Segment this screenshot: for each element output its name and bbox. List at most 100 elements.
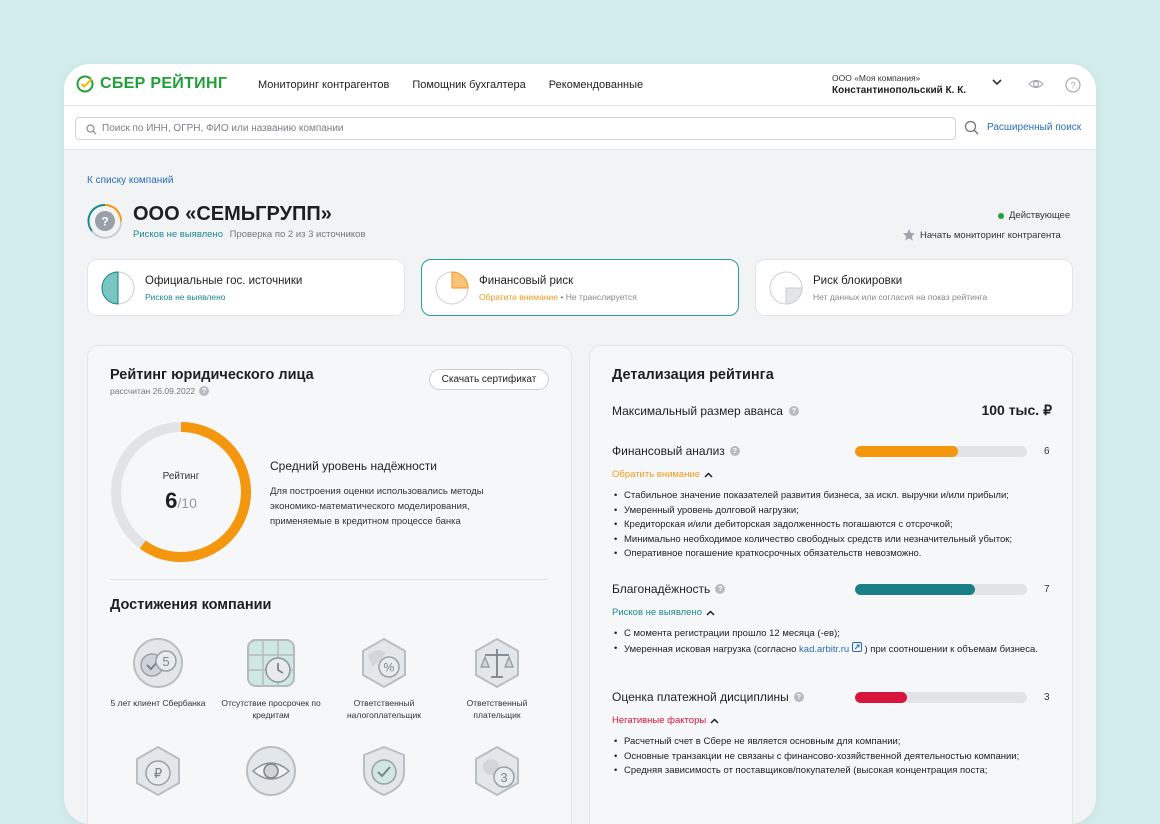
- source-title: Официальные гос. источники: [145, 275, 303, 287]
- advance-row: Максимальный размер аванса? 100 тыс. ₽: [612, 402, 1052, 419]
- factor-item: Стабильное значение показателей развития…: [612, 489, 1052, 504]
- info-icon[interactable]: ?: [199, 386, 210, 396]
- nav-item-accountant[interactable]: Помощник бухгалтера: [412, 79, 525, 91]
- chevron-up-icon: [704, 471, 713, 478]
- company-status-label: Действующее: [1009, 210, 1071, 221]
- rating-max: /10: [177, 495, 197, 511]
- section-label-wrap: Оценка платежной дисциплины?: [612, 690, 855, 704]
- section-status-toggle[interactable]: Рисков не выявлено: [612, 607, 1052, 618]
- breadcrumb[interactable]: К списку компаний: [87, 175, 173, 186]
- source-status-text: Нет данных или согласия на показ рейтинг…: [813, 292, 988, 302]
- score-value: 3: [1044, 691, 1050, 703]
- source-status-text: Обратите внимание: [479, 292, 558, 302]
- achievement-label: Ответственный налогоплательщик: [346, 698, 422, 720]
- search-input[interactable]: Поиск по ИНН, ОГРН, ФИО или названию ком…: [75, 117, 956, 140]
- rating-label: Рейтинг: [162, 471, 200, 482]
- app-window: СБЕР РЕЙТИНГ Мониторинг контрагентов Пом…: [64, 64, 1096, 824]
- five-years-icon: 5: [133, 638, 183, 688]
- external-link-icon[interactable]: [851, 641, 862, 652]
- factor-text-tail: ) при соотношении к объемам бизнеса.: [864, 643, 1038, 655]
- section-status-toggle[interactable]: Обратить внимание: [612, 469, 1052, 480]
- score-bar-fill: [855, 691, 907, 703]
- company-title: ООО «СЕМЬГРУПП»: [133, 203, 332, 225]
- score-value: 7: [1044, 583, 1050, 595]
- factor-text: Умеренная исковая нагрузка (согласно: [624, 643, 797, 655]
- status-dot-icon: [998, 212, 1004, 219]
- section-financial-analysis: Финансовый анализ? 6 Обратить внимание С…: [612, 444, 1052, 562]
- source-card-official[interactable]: Официальные гос. источники Рисков не выя…: [87, 259, 405, 316]
- achievement-item[interactable]: % Ответственный налогоплательщик: [334, 637, 434, 721]
- calendar-clock-icon: [247, 639, 295, 687]
- source-status-text: Рисков не выявлено: [145, 292, 226, 302]
- rating-value: 6/10: [146, 488, 216, 514]
- svg-text:?: ?: [101, 215, 108, 229]
- advance-value: 100 тыс. ₽: [981, 402, 1052, 418]
- brand-logo[interactable]: СБЕР РЕЙТИНГ: [76, 75, 227, 93]
- info-icon[interactable]: ?: [729, 446, 740, 456]
- divider: [110, 579, 548, 580]
- eye-icon[interactable]: [1028, 77, 1044, 91]
- achievement-item[interactable]: 5 5 лет клиент Сбербанка: [108, 637, 208, 709]
- factor-item: Средняя зависимость от поставщиков/покуп…: [612, 764, 1052, 779]
- svg-text:5: 5: [162, 654, 169, 669]
- company-subtitle: Рисков не выявлено Проверка по 2 из 3 ис…: [133, 229, 366, 240]
- score-bar: [855, 583, 1027, 595]
- chevron-up-icon: [710, 717, 719, 724]
- help-icon[interactable]: ?: [1065, 77, 1081, 93]
- search-icon: [86, 124, 97, 135]
- section-row: Финансовый анализ? 6: [612, 444, 1052, 458]
- start-monitoring-label: Начать мониторинг контрагента: [920, 229, 1061, 241]
- factor-item: Расчетный счет в Сбере не является основ…: [612, 735, 1052, 750]
- pie-status-icon: [435, 271, 469, 305]
- sber-logo-icon: [76, 75, 94, 93]
- source-card-financial[interactable]: Финансовый риск Обратите внимание • Не т…: [421, 259, 739, 316]
- pie-status-icon: [769, 271, 803, 305]
- details-title: Детализация рейтинга: [612, 367, 774, 383]
- advanced-search-link[interactable]: Расширенный поиск: [987, 122, 1081, 133]
- svg-text:%: %: [384, 661, 395, 675]
- source-title: Риск блокировки: [813, 275, 903, 287]
- chevron-up-icon: [706, 609, 715, 616]
- brand-name: СБЕР РЕЙТИНГ: [100, 75, 228, 92]
- info-icon[interactable]: ?: [715, 584, 726, 594]
- main-nav: Мониторинг контрагентов Помощник бухгалт…: [258, 79, 643, 91]
- advance-label: Максимальный размер аванса: [612, 403, 783, 418]
- account-switcher[interactable]: ООО «Моя компания» Константинопольский К…: [832, 73, 966, 96]
- rating-card: Рейтинг юридического лица рассчитан 26.0…: [87, 345, 572, 824]
- section-factors: Стабильное значение показателей развития…: [612, 489, 1052, 562]
- info-icon[interactable]: ?: [793, 692, 804, 702]
- start-monitoring-button[interactable]: Начать мониторинг контрагента: [902, 228, 1061, 242]
- achievement-label: 5 лет клиент Сбербанка: [110, 698, 206, 708]
- nav-item-recommended[interactable]: Рекомендованные: [549, 79, 643, 91]
- ruble-icon: ₽: [136, 745, 180, 797]
- achievement-item[interactable]: 3: [447, 745, 547, 805]
- advanced-search[interactable]: Расширенный поиск: [964, 120, 1081, 135]
- company-check-info: Проверка по 2 из 3 источников: [229, 229, 366, 240]
- chevron-down-icon[interactable]: [992, 78, 1002, 86]
- info-icon[interactable]: ?: [788, 405, 799, 416]
- reliability-level: Средний уровень надёжности: [270, 459, 437, 473]
- tax-percent-icon: %: [362, 637, 406, 689]
- factor-item: С момента регистрации прошло 12 месяца (…: [612, 627, 1052, 642]
- achievement-item[interactable]: [221, 745, 321, 805]
- score-bar: [855, 691, 1027, 703]
- company-status: Действующее: [998, 210, 1070, 221]
- achievement-item[interactable]: ₽: [108, 745, 208, 805]
- achievement-label: Отсутствие просрочек по кредитам: [221, 698, 321, 720]
- download-certificate-button[interactable]: Скачать сертификат: [429, 369, 549, 390]
- score-value: 6: [1044, 445, 1050, 457]
- achievement-item[interactable]: Ответственный плательщик: [447, 637, 547, 721]
- source-status: Нет данных или согласия на показ рейтинг…: [813, 292, 987, 302]
- section-label: Благонадёжность: [612, 582, 711, 596]
- nav-item-monitoring[interactable]: Мониторинг контрагентов: [258, 79, 389, 91]
- source-card-blocking[interactable]: Риск блокировки Нет данных или согласия …: [755, 259, 1073, 316]
- kad-arbitr-link[interactable]: kad.arbitr.ru: [799, 644, 849, 655]
- achievement-item[interactable]: [334, 745, 434, 805]
- section-row: Оценка платежной дисциплины? 3: [612, 690, 1052, 704]
- achievement-item[interactable]: Отсутствие просрочек по кредитам: [221, 637, 321, 721]
- source-extra: • Не транслируется: [560, 292, 637, 302]
- shield-check-icon: [363, 745, 405, 797]
- score-bar: [855, 445, 1027, 457]
- factor-item: Оперативное погашение краткосрочных обяз…: [612, 547, 1052, 562]
- section-status-toggle[interactable]: Негативные факторы: [612, 715, 1052, 726]
